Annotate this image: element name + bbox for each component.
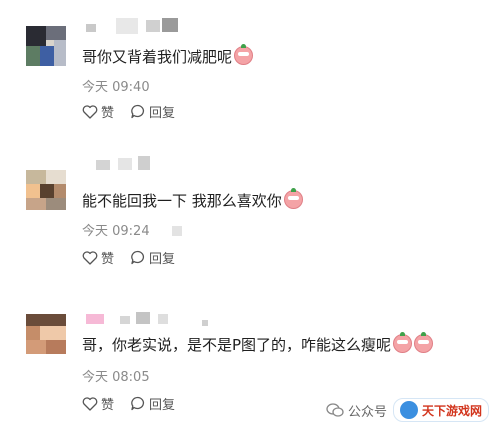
like-label: 赞 [101, 252, 115, 267]
reply-button[interactable]: 回复 [130, 102, 175, 121]
peach-emoji-icon [283, 188, 303, 209]
avatar[interactable] [26, 314, 66, 354]
comment-actions: 赞 回复 [82, 394, 191, 413]
watermark: 公众号 天下游戏网 [326, 398, 489, 422]
reply-label: 回复 [149, 398, 176, 413]
comment-text: 哥，你老实说，是不是P图了的，咋能这么瘦呢 [82, 332, 434, 355]
avatar[interactable] [26, 26, 66, 66]
site-logo-text: 天下游戏网 [421, 403, 482, 418]
comment-time-text: 今天 09:40 [82, 80, 150, 95]
comment-actions: 赞 回复 [82, 102, 191, 121]
comment-text: 哥你又背着我们减肥呢 [82, 44, 254, 67]
like-label: 赞 [101, 106, 115, 121]
comment-text-content: 哥你又背着我们减肥呢 [82, 48, 233, 66]
comment-time: 今天 09:24 [82, 220, 182, 239]
logo-icon [399, 401, 418, 419]
comment-time-text: 今天 09:24 [82, 224, 150, 239]
comment-bubble-icon [131, 104, 145, 119]
wechat-icon [326, 403, 344, 417]
reply-label: 回复 [149, 106, 176, 121]
comment-text: 能不能回我一下 我那么喜欢你 [82, 188, 303, 211]
comment-actions: 赞 回复 [82, 248, 191, 267]
comment-time: 今天 08:05 [82, 366, 150, 385]
comment-time: 今天 09:40 [82, 76, 150, 95]
comment-bubble-icon [131, 396, 145, 411]
comment-text-content: 能不能回我一下 我那么喜欢你 [82, 192, 282, 210]
peach-emoji-icon [234, 44, 254, 65]
reply-button[interactable]: 回复 [130, 394, 175, 413]
heart-icon [82, 104, 98, 119]
watermark-label: 公众号 [347, 404, 387, 420]
redacted-mark [171, 226, 182, 236]
comment-time-text: 今天 08:05 [82, 370, 150, 385]
reply-label: 回复 [149, 252, 176, 267]
like-button[interactable]: 赞 [82, 248, 114, 267]
like-label: 赞 [101, 398, 115, 413]
avatar[interactable] [26, 170, 66, 210]
peach-emoji-icon [393, 332, 413, 353]
like-button[interactable]: 赞 [82, 394, 114, 413]
peach-emoji-icon [414, 332, 434, 353]
like-button[interactable]: 赞 [82, 102, 114, 121]
site-logo: 天下游戏网 [392, 398, 489, 422]
comment-bubble-icon [131, 250, 145, 265]
comment-text-content: 哥，你老实说，是不是P图了的，咋能这么瘦呢 [82, 336, 392, 354]
heart-icon [82, 250, 98, 265]
heart-icon [82, 396, 98, 411]
reply-button[interactable]: 回复 [130, 248, 175, 267]
